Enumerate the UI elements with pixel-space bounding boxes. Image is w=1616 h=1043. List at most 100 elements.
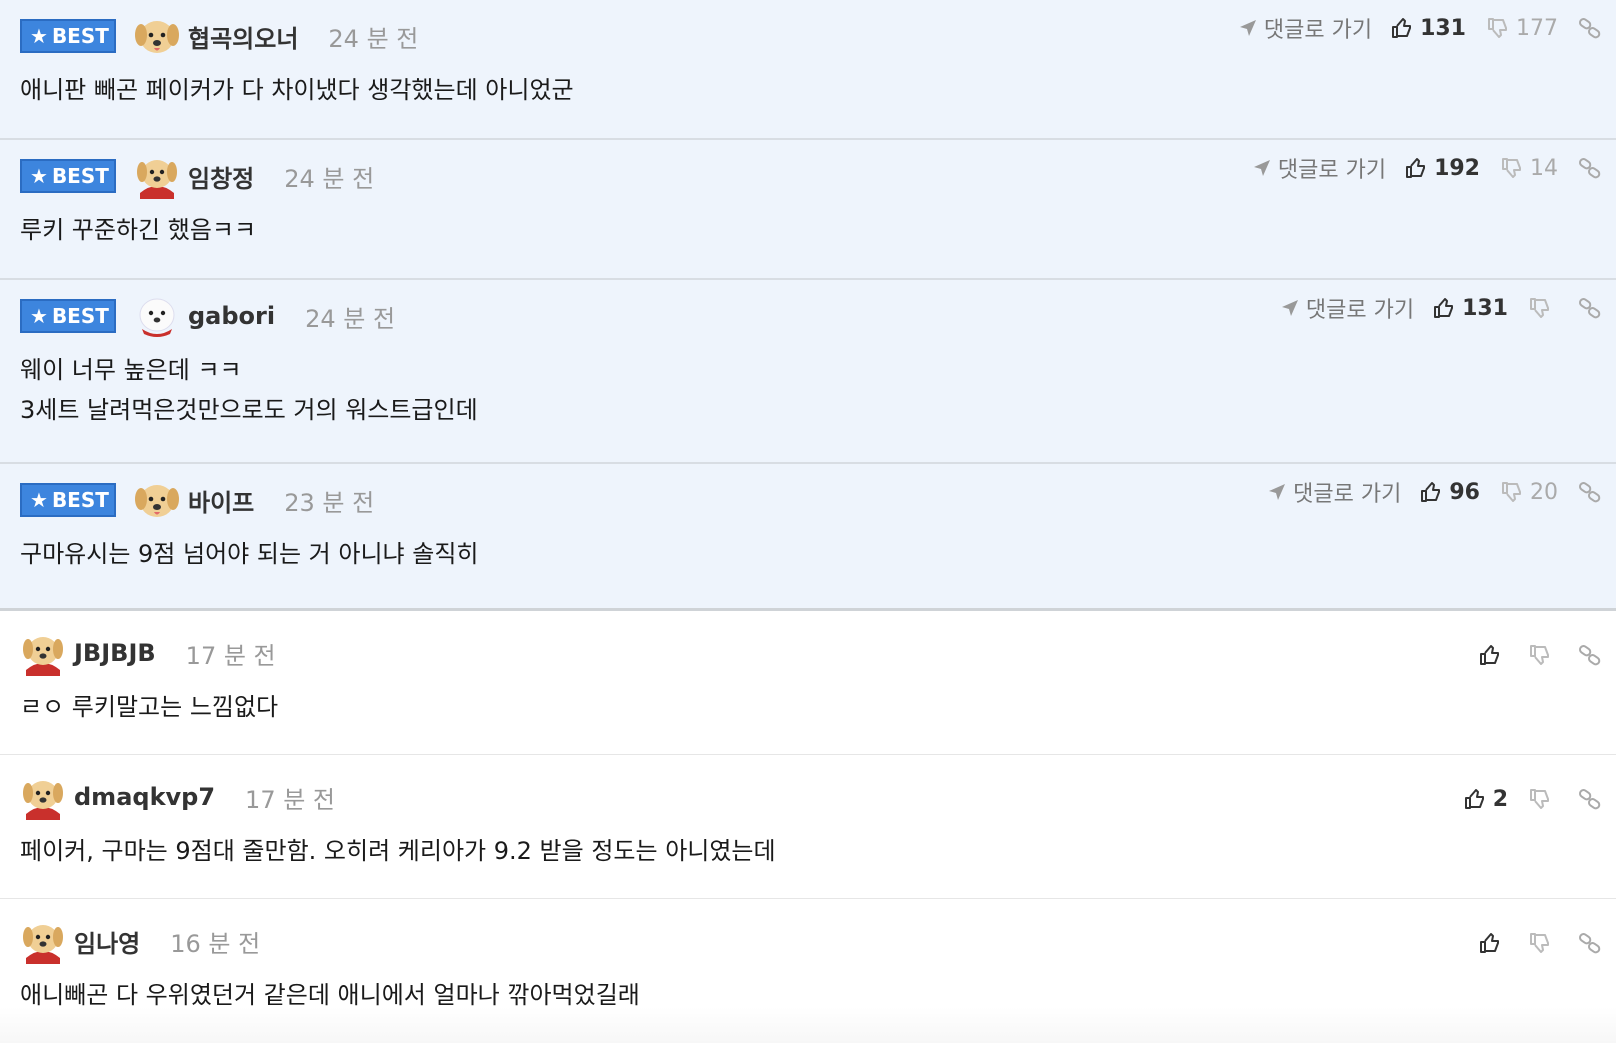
upvote-button[interactable]: 131 — [1390, 16, 1466, 41]
go-to-reply-link[interactable]: 댓글로 가기 — [1280, 292, 1414, 324]
timestamp: 24 분 전 — [284, 164, 375, 193]
timestamp: 17 분 전 — [185, 641, 276, 670]
comment-actions: 댓글로 가기 96 20 — [1267, 472, 1616, 512]
thumbs-up-icon — [1464, 789, 1484, 809]
share-link-button[interactable] — [1578, 931, 1602, 955]
comment-text: 페이커, 구마는 9점대 줄만함. 오히려 케리아가 9.2 받을 정도는 아니… — [20, 837, 776, 865]
comment-header: JBJBJB 17 분 전 — [20, 630, 276, 676]
best-badge: ★ BEST — [20, 483, 116, 517]
thumbs-down-icon — [1530, 789, 1549, 809]
share-link-button[interactable] — [1578, 296, 1602, 320]
thumbs-down-icon — [1502, 482, 1521, 502]
thumbs-up-icon — [1406, 158, 1426, 178]
best-badge: ★ BEST — [20, 299, 116, 333]
nickname[interactable]: 바이프 — [188, 483, 254, 518]
comment-header: ★ BEST 임창정 24 분 전 — [20, 153, 375, 199]
share-link-button[interactable] — [1578, 16, 1602, 40]
nickname[interactable]: 임창정 — [188, 159, 254, 194]
upvote-button[interactable] — [1478, 931, 1508, 955]
comment-text: 애니빼곤 다 우위였던거 같은데 애니에서 얼마나 깎아먹었길래 — [20, 981, 640, 1009]
comment-header: dmaqkvp7 17 분 전 — [20, 774, 336, 820]
avatar[interactable] — [134, 13, 180, 59]
send-arrow-icon — [1239, 20, 1256, 36]
comment-text: 웨이 너무 높은데 ㅋㅋ 3세트 날려먹은것만으로도 거의 워스트급인데 — [20, 356, 478, 424]
go-to-reply-link[interactable]: 댓글로 가기 — [1267, 476, 1401, 508]
avatar[interactable] — [20, 774, 66, 820]
thumbs-down-icon — [1502, 158, 1521, 178]
avatar[interactable] — [134, 477, 180, 523]
star-icon: ★ — [30, 164, 48, 188]
downvote-button[interactable]: 14 — [1500, 156, 1558, 181]
go-to-reply-link[interactable]: 댓글로 가기 — [1238, 12, 1372, 44]
comment-actions: 댓글로 가기 131 — [1280, 288, 1616, 328]
comment: JBJBJB 17 분 전 ㄹㅇ 루키말고는 느낌없다 — [0, 611, 1616, 755]
downvote-button[interactable] — [1528, 787, 1558, 811]
nickname[interactable]: gabori — [188, 302, 275, 330]
thumbs-up-icon — [1480, 645, 1499, 665]
comment-header: ★ BEST 바이프 23 분 전 — [20, 480, 374, 520]
send-arrow-icon — [1281, 300, 1298, 316]
send-arrow-icon — [1269, 484, 1286, 500]
best-comment: ★ BEST 협곡의오너 24 분 전 애니판 빼곤 페이커가 다 차이냈다 생각… — [0, 0, 1616, 140]
link-icon — [1578, 933, 1601, 954]
link-icon — [1578, 158, 1601, 179]
thumbs-up-icon — [1392, 18, 1412, 38]
comment-text: ㄹㅇ 루키말고는 느낌없다 — [20, 693, 279, 721]
timestamp: 17 분 전 — [245, 785, 336, 814]
downvote-button[interactable]: 20 — [1500, 480, 1558, 505]
nickname[interactable]: 협곡의오너 — [188, 19, 298, 54]
nickname[interactable]: JBJBJB — [74, 639, 156, 667]
comment-actions: 댓글로 가기 192 14 — [1252, 148, 1616, 188]
thumbs-down-icon — [1530, 298, 1549, 318]
share-link-button[interactable] — [1578, 156, 1602, 180]
timestamp: 23 분 전 — [284, 488, 375, 517]
share-link-button[interactable] — [1578, 643, 1602, 667]
comment-actions: 댓글로 가기 131 177 — [1238, 8, 1616, 48]
avatar[interactable] — [20, 918, 66, 964]
thumbs-up-icon — [1421, 482, 1441, 502]
best-comment: ★ BEST 임창정 24 분 전 루키 꾸준하긴 했음ㅋㅋ 댓글로 가기 192… — [0, 140, 1616, 280]
send-arrow-icon — [1253, 160, 1270, 176]
link-icon — [1578, 645, 1601, 666]
link-icon — [1578, 298, 1601, 319]
best-badge: ★ BEST — [20, 159, 116, 193]
upvote-button[interactable]: 96 — [1419, 480, 1480, 505]
link-icon — [1578, 789, 1601, 810]
upvote-button[interactable] — [1478, 643, 1508, 667]
best-badge: ★ BEST — [20, 19, 116, 53]
thumbs-up-icon — [1480, 933, 1499, 953]
best-comment: ★ BEST 바이프 23 분 전 구마유시는 9점 넘어야 되는 거 아니냐 솔… — [0, 464, 1616, 602]
thumbs-down-icon — [1530, 645, 1549, 665]
avatar[interactable] — [134, 153, 180, 199]
share-link-button[interactable] — [1578, 787, 1602, 811]
star-icon: ★ — [30, 488, 48, 512]
upvote-button[interactable]: 192 — [1404, 156, 1480, 181]
star-icon: ★ — [30, 304, 48, 328]
comment-header: 임나영 16 분 전 — [20, 918, 260, 964]
comment-actions — [1478, 923, 1616, 963]
nickname[interactable]: 임나영 — [74, 924, 140, 959]
thumbs-up-icon — [1434, 298, 1454, 318]
comment-text: 애니판 빼곤 페이커가 다 차이냈다 생각했는데 아니었군 — [20, 76, 574, 104]
share-link-button[interactable] — [1578, 480, 1602, 504]
avatar[interactable] — [134, 293, 180, 339]
downvote-button[interactable] — [1528, 643, 1558, 667]
downvote-button[interactable] — [1528, 296, 1558, 320]
avatar[interactable] — [20, 630, 66, 676]
comment-header: ★ BEST gabori 24 분 전 — [20, 293, 395, 339]
comment-text: 루키 꾸준하긴 했음ㅋㅋ — [20, 216, 257, 244]
best-comment: ★ BEST gabori 24 분 전 웨이 너무 높은데 ㅋㅋ 3세트 날려먹… — [0, 280, 1616, 464]
upvote-button[interactable]: 131 — [1432, 296, 1508, 321]
comment: 임나영 16 분 전 애니빼곤 다 우위였던거 같은데 애니에서 얼마나 깎아먹… — [0, 899, 1616, 1043]
comment: dmaqkvp7 17 분 전 페이커, 구마는 9점대 줄만함. 오히려 케리… — [0, 755, 1616, 899]
timestamp: 24 분 전 — [328, 24, 419, 53]
link-icon — [1578, 18, 1601, 39]
comment-actions: 2 — [1463, 779, 1616, 819]
downvote-button[interactable] — [1528, 931, 1558, 955]
go-to-reply-link[interactable]: 댓글로 가기 — [1252, 152, 1386, 184]
comment-text: 구마유시는 9점 넘어야 되는 거 아니냐 솔직히 — [20, 540, 479, 568]
best-section-divider — [0, 602, 1616, 611]
nickname[interactable]: dmaqkvp7 — [74, 783, 215, 811]
downvote-button[interactable]: 177 — [1486, 16, 1558, 41]
upvote-button[interactable]: 2 — [1463, 787, 1508, 812]
